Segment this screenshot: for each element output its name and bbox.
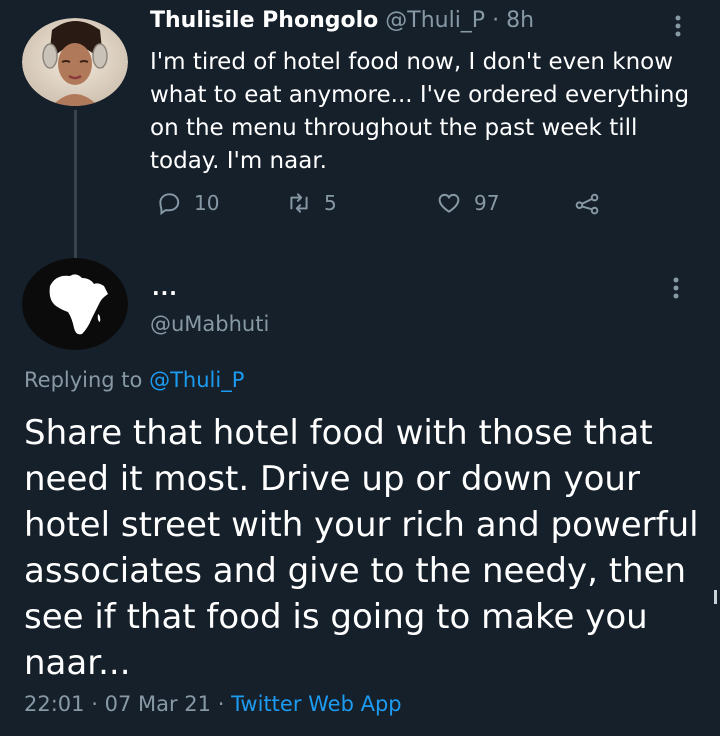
tweet-actions: 10 5 97 — [150, 190, 630, 224]
tweet-text: I'm tired of hotel food now, I don't eve… — [150, 49, 690, 174]
reply-more-icon[interactable] — [672, 276, 680, 304]
avatar-photo — [22, 18, 128, 106]
reply-date[interactable]: 07 Mar 21 — [105, 692, 211, 716]
share-button[interactable] — [574, 190, 600, 216]
thread-line — [74, 110, 77, 258]
replying-to: Replying to @Thuli_P — [24, 368, 244, 392]
tweet-meta: 22:01 · 07 Mar 21 · Twitter Web App — [24, 692, 402, 716]
meta-separator-2: · — [217, 692, 225, 716]
reply-author-name[interactable]: ... — [152, 276, 178, 300]
reply-avatar[interactable] — [22, 258, 128, 350]
like-button[interactable]: 97 — [436, 190, 499, 216]
avatar[interactable] — [22, 18, 128, 106]
reply-time[interactable]: 22:01 — [24, 692, 85, 716]
like-icon — [438, 193, 460, 213]
reply-author-handle[interactable]: @uMabhuti — [150, 312, 269, 336]
retweet-icon — [290, 193, 308, 213]
replying-to-label: Replying to — [24, 368, 143, 392]
reply-text: Share that hotel food with those that ne… — [24, 413, 699, 683]
author-name[interactable]: Thulisile Phongolo — [150, 8, 378, 33]
author-handle[interactable]: @Thuli_P — [385, 8, 485, 33]
source-link[interactable]: Twitter Web App — [231, 692, 402, 716]
retweet-button[interactable]: 5 — [286, 190, 337, 216]
reply-button[interactable]: 10 — [156, 190, 219, 216]
share-icon — [575, 193, 599, 215]
more-dots-icon — [675, 15, 681, 37]
tweet-time[interactable]: 8h — [506, 8, 534, 33]
reply-count: 10 — [194, 191, 220, 215]
replying-to-link[interactable]: @Thuli_P — [149, 368, 244, 392]
more-icon[interactable] — [668, 14, 688, 38]
tweet-header: Thulisile Phongolo @Thuli_P · 8h — [150, 8, 534, 33]
meta-separator: · — [91, 692, 98, 716]
reply-icon — [159, 193, 180, 216]
more-dots-icon — [673, 277, 679, 299]
retweet-count: 5 — [324, 191, 337, 215]
africa-map-avatar — [22, 258, 128, 350]
header-separator: · — [492, 8, 500, 33]
like-count: 97 — [474, 191, 500, 215]
edge-mark — [714, 590, 717, 604]
